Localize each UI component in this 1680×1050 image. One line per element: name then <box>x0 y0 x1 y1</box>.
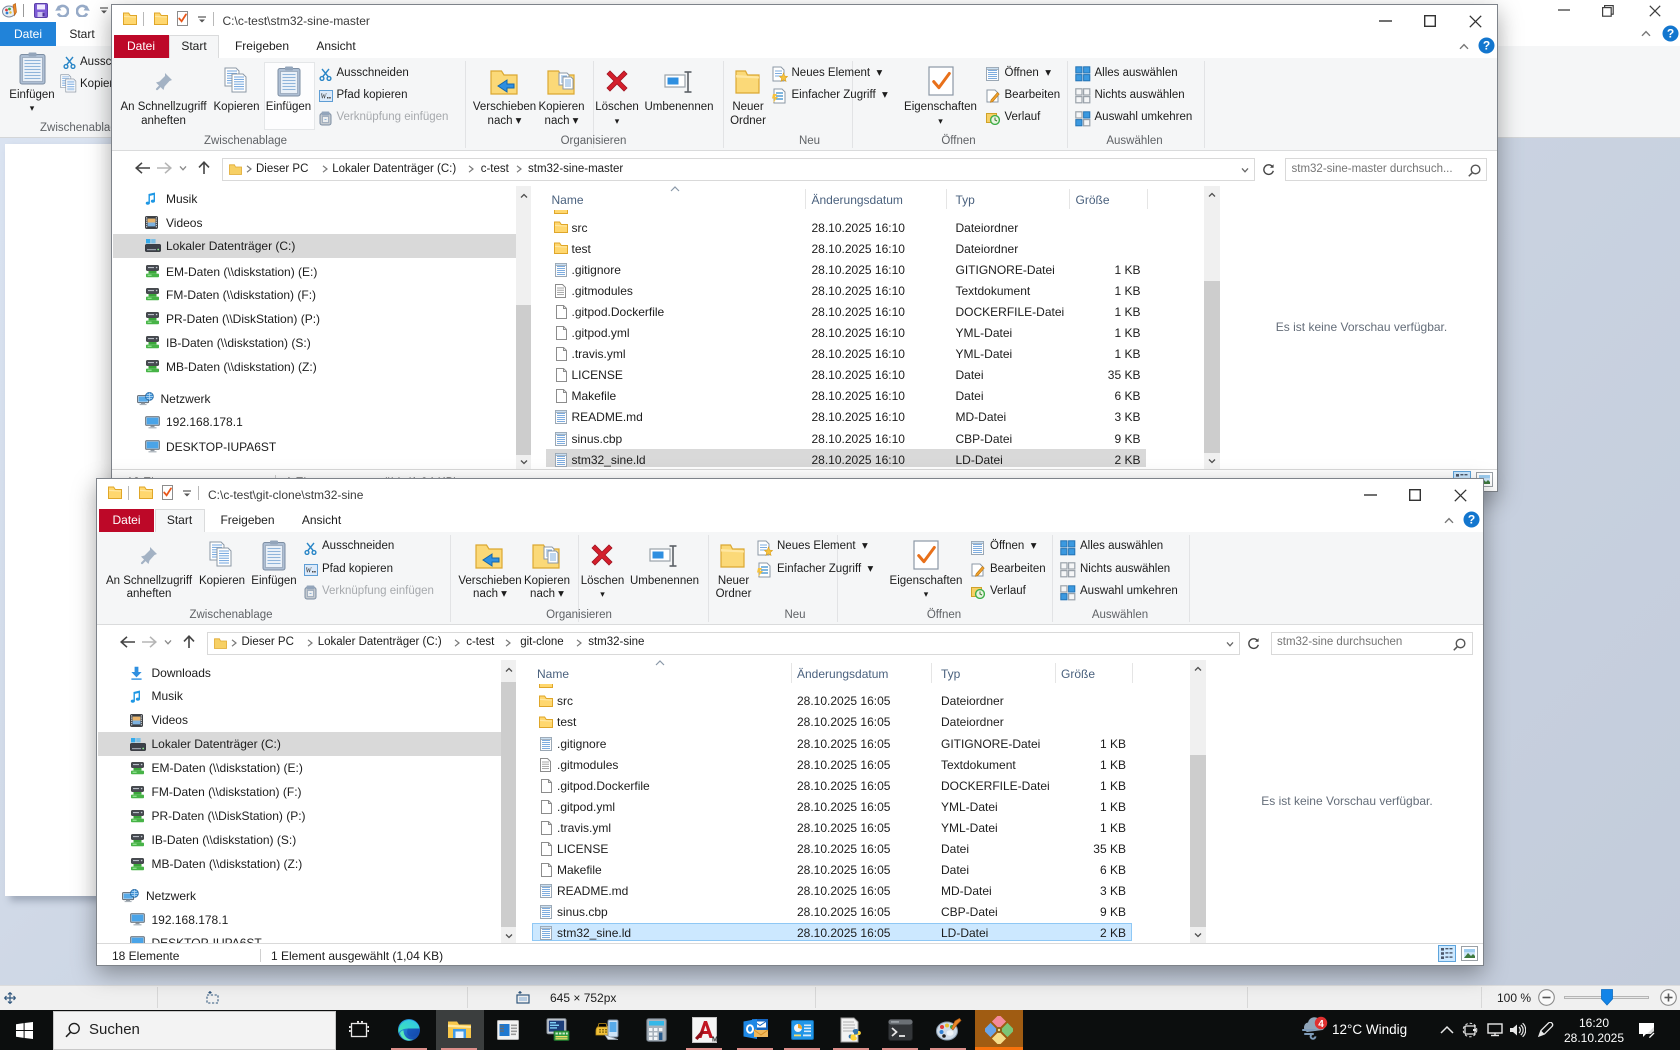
svg-text:?: ? <box>1667 27 1674 41</box>
svg-text:?: ? <box>1482 38 1489 52</box>
svg-text:?: ? <box>1468 512 1475 526</box>
